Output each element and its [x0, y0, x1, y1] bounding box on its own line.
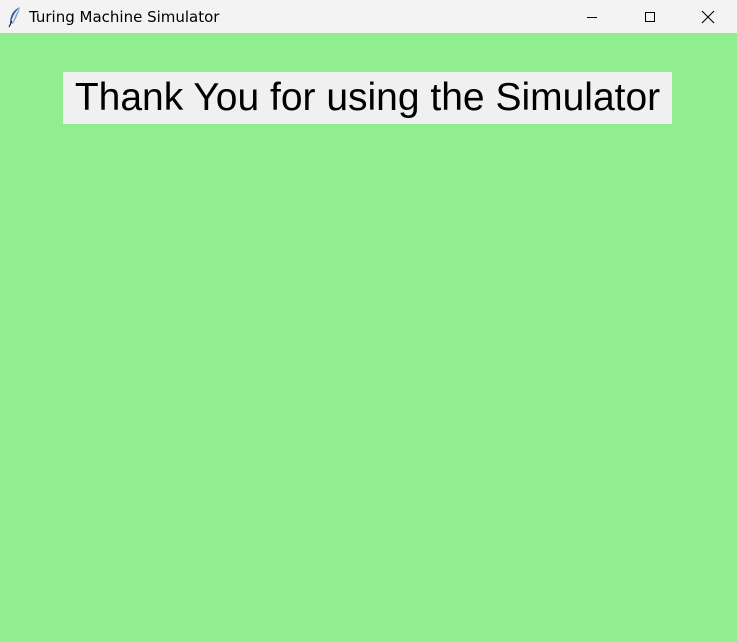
- maximize-button[interactable]: [621, 0, 679, 33]
- window-title: Turing Machine Simulator: [29, 7, 220, 26]
- title-bar[interactable]: Turing Machine Simulator: [0, 0, 737, 33]
- window-controls: [563, 0, 737, 33]
- feather-icon: [4, 6, 26, 28]
- app-window: Turing Machine Simulator Thank You for u…: [0, 0, 737, 642]
- maximize-icon: [645, 11, 655, 22]
- thank-you-label: Thank You for using the Simulator: [63, 72, 672, 124]
- minimize-icon: [587, 16, 597, 18]
- main-content: Thank You for using the Simulator: [0, 33, 737, 642]
- minimize-button[interactable]: [563, 0, 621, 33]
- close-button[interactable]: [679, 0, 737, 33]
- close-icon: [701, 10, 715, 23]
